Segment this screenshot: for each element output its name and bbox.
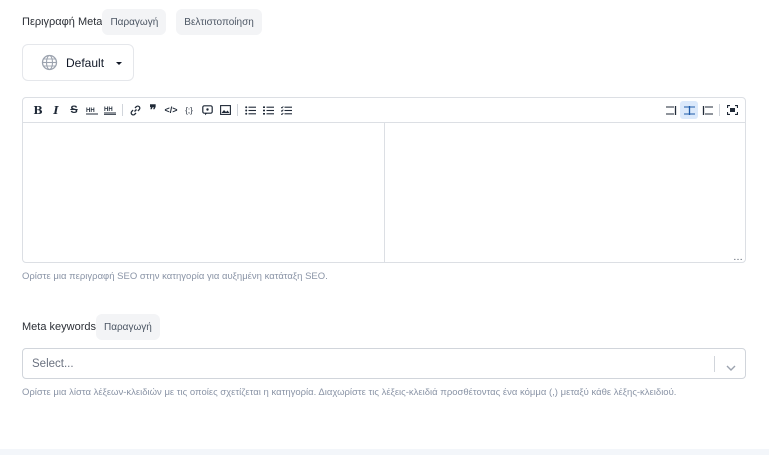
resize-grip-icon[interactable]: …	[733, 253, 743, 263]
editor-only-icon[interactable]	[662, 101, 680, 119]
bold-icon[interactable]: B	[29, 101, 47, 119]
meta-keywords-select[interactable]: Select...	[22, 348, 746, 379]
unordered-list-icon[interactable]	[241, 101, 259, 119]
svg-text:HH: HH	[86, 108, 95, 114]
locale-dropdown-label: Default	[66, 55, 105, 70]
svg-text:HH: HH	[104, 107, 113, 113]
select-divider	[714, 356, 715, 372]
chevron-down-icon[interactable]	[726, 359, 736, 377]
toolbar-separator	[719, 104, 720, 116]
editor-input-pane[interactable]	[23, 123, 385, 262]
comment-icon[interactable]	[198, 101, 216, 119]
ordered-list-icon[interactable]	[259, 101, 277, 119]
meta-description-help: Ορίστε μια περιγραφή SEO στην κατηγορία …	[22, 271, 328, 282]
strikethrough-icon[interactable]: S	[65, 101, 83, 119]
generate-pill[interactable]: Παραγωγή	[102, 9, 167, 35]
image-icon[interactable]	[216, 101, 234, 119]
fullscreen-icon[interactable]	[723, 101, 741, 119]
editor-panes: …	[23, 123, 745, 263]
globe-icon	[41, 54, 58, 71]
caret-down-icon	[116, 61, 123, 65]
code-block-icon[interactable]: {;}	[180, 101, 198, 119]
locale-dropdown-button[interactable]: Default	[22, 44, 134, 81]
footer-band	[0, 449, 769, 455]
link-icon[interactable]	[126, 101, 144, 119]
meta-keywords-help: Ορίστε μια λίστα λέξεων-κλειδιών με τις …	[22, 387, 677, 398]
heading-alt-icon[interactable]: HH	[101, 101, 119, 119]
preview-only-icon[interactable]	[698, 101, 716, 119]
italic-icon[interactable]: I	[47, 101, 65, 119]
toolbar-separator	[122, 104, 123, 116]
meta-description-label: Περιγραφή Meta	[22, 16, 103, 28]
keywords-generate-pill[interactable]: Παραγωγή	[95, 314, 160, 340]
split-view-icon[interactable]	[680, 101, 698, 119]
editor-preview-pane: …	[385, 123, 745, 263]
optimize-pill[interactable]: Βελτιστοποίηση	[176, 9, 262, 35]
markdown-editor: B I S HH HH ❞ </> {;} …	[22, 97, 746, 263]
code-icon[interactable]: </>	[162, 101, 180, 119]
heading-icon[interactable]: HH	[83, 101, 101, 119]
meta-keywords-header: Meta keywords Παραγωγή	[22, 313, 746, 341]
editor-toolbar: B I S HH HH ❞ </> {;}	[23, 98, 745, 123]
meta-keywords-label-row: Meta keywords Παραγωγή	[22, 313, 746, 341]
toolbar-separator	[237, 104, 238, 116]
checklist-icon[interactable]	[277, 101, 295, 119]
quote-icon[interactable]: ❞	[144, 101, 162, 119]
meta-description-header: Περιγραφή Meta Παραγωγή Βελτιστοποίηση	[22, 8, 746, 36]
toolbar-view-controls	[662, 101, 741, 119]
meta-keywords-label: Meta keywords	[22, 321, 96, 333]
meta-description-label-row: Περιγραφή Meta Παραγωγή Βελτιστοποίηση	[22, 8, 746, 36]
select-placeholder: Select...	[32, 357, 74, 370]
